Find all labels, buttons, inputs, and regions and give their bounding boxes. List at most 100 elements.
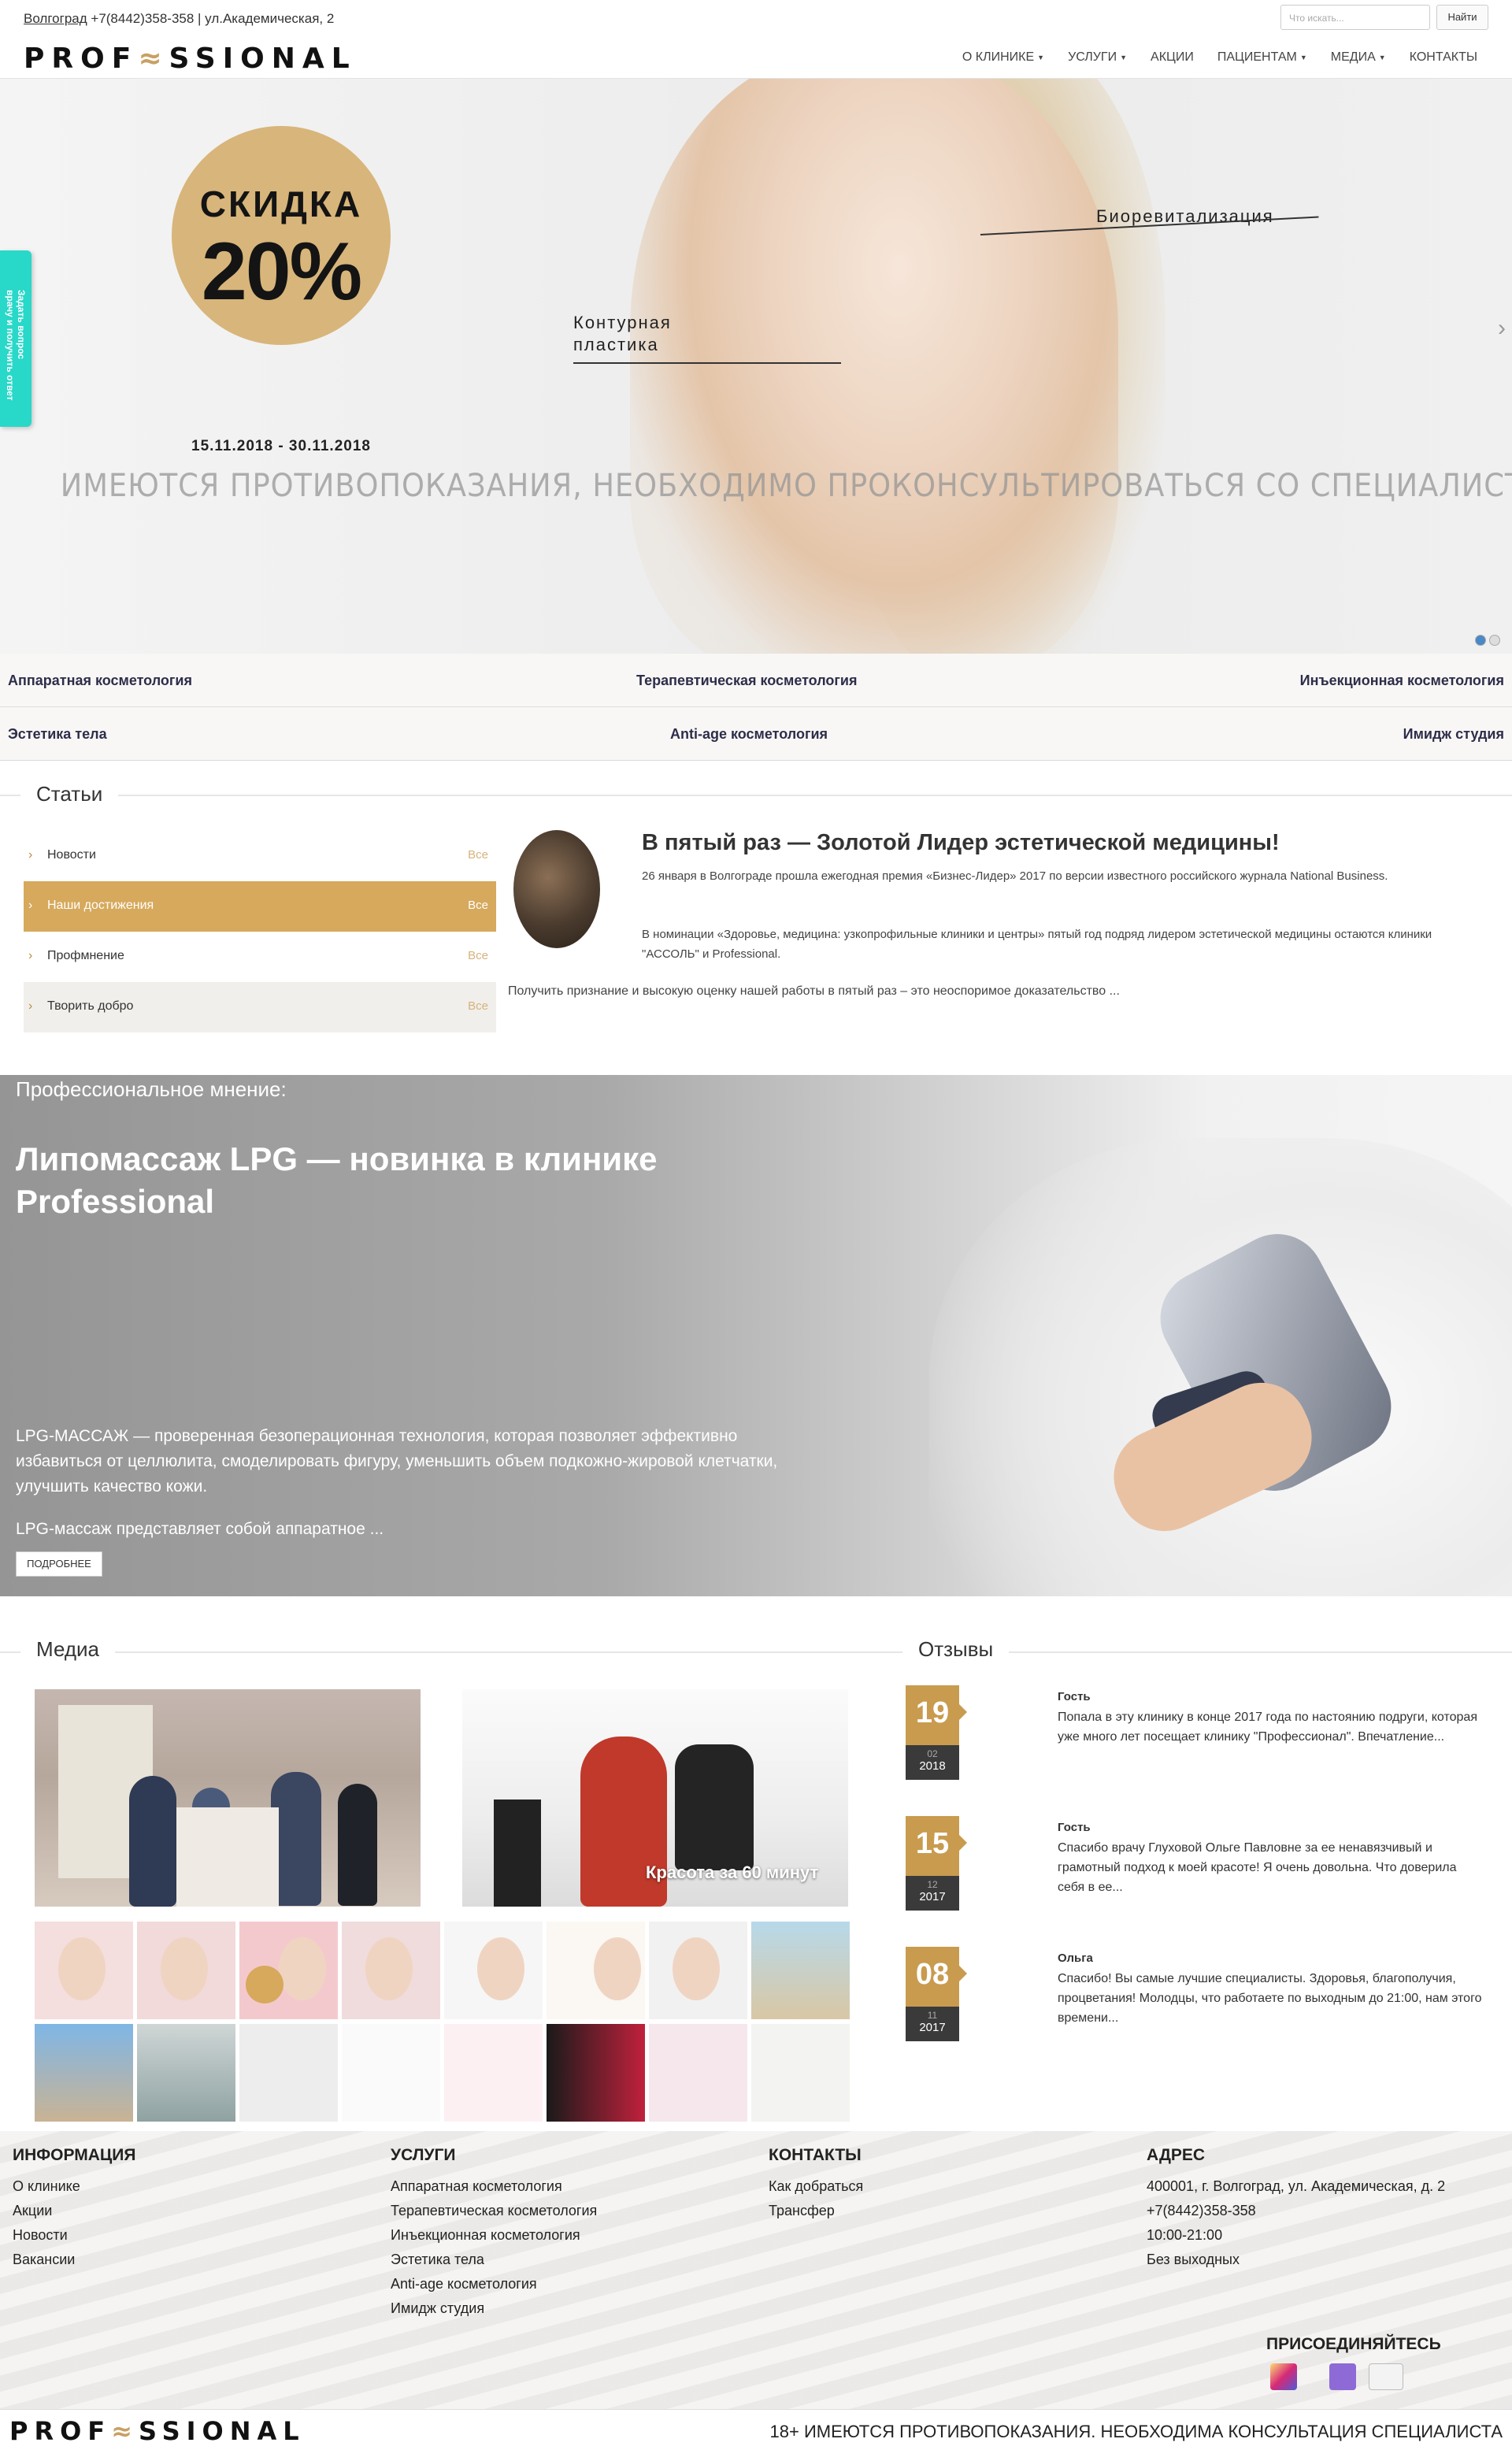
media-thumb[interactable]: [342, 1922, 440, 2019]
footer-link[interactable]: Как добраться: [769, 2178, 863, 2194]
media-thumb[interactable]: [137, 2024, 235, 2122]
article-paragraph: В номинации «Здоровье, медицина: узкопро…: [642, 928, 1432, 961]
footer-link[interactable]: Трансфер: [769, 2203, 835, 2218]
thumb-face: [161, 1937, 208, 2000]
media-thumb[interactable]: [239, 1922, 338, 2019]
media-thumb[interactable]: [751, 1922, 850, 2019]
footer-link[interactable]: Вакансии: [13, 2252, 75, 2267]
nav-services[interactable]: УСЛУГИ ▼: [1068, 50, 1127, 65]
review-author: Ольга: [1058, 1951, 1093, 1965]
slider-dot-active[interactable]: [1475, 635, 1486, 646]
opinion-text: LPG-МАССАЖ — проверенная безоперационная…: [16, 1427, 778, 1496]
header-phone[interactable]: +7(8442)358-358: [91, 11, 194, 26]
chevron-right-icon: ›: [28, 949, 33, 962]
search-input[interactable]: Что искать...: [1280, 5, 1430, 30]
thumb-face: [279, 1937, 326, 2000]
media-thumb[interactable]: [444, 2024, 543, 2122]
footer-logo[interactable]: PROF≈SSIONAL: [9, 2416, 306, 2446]
nav-contacts[interactable]: КОНТАКТЫ: [1410, 50, 1477, 65]
footer-link[interactable]: Инъекционная косметология: [391, 2227, 580, 2243]
video-podium: [176, 1807, 279, 1907]
footer-link[interactable]: Имидж студия: [391, 2300, 484, 2316]
slider-next-icon[interactable]: ›: [1498, 315, 1506, 342]
service-link[interactable]: Терапевтическая косметология: [636, 673, 857, 689]
instagram-icon[interactable]: [1270, 2363, 1297, 2390]
review-text[interactable]: Спасибо! Вы самые лучшие специалисты. Зд…: [1058, 1969, 1483, 2028]
logo-mark: ≈: [111, 2416, 139, 2446]
nav-promos[interactable]: АКЦИИ: [1151, 50, 1194, 65]
media-thumb[interactable]: [649, 1922, 747, 2019]
category-charity[interactable]: › Творить добро Все: [24, 982, 496, 1032]
thumb-badge: [246, 1966, 284, 2003]
site-logo[interactable]: PROF≈SSIONAL: [24, 43, 357, 75]
review-year: 02 2018: [906, 1745, 959, 1780]
footer-link[interactable]: Акции: [13, 2203, 52, 2218]
category-opinion[interactable]: › Профмнение Все: [24, 932, 496, 982]
service-link[interactable]: Имидж студия: [1403, 726, 1504, 743]
article-headline[interactable]: В пятый раз — Золотой Лидер эстетической…: [642, 830, 1280, 856]
footer-disclaimer: 18+ ИМЕЮТСЯ ПРОТИВОПОКАЗАНИЯ. НЕОБХОДИМА…: [769, 2422, 1503, 2441]
more-button[interactable]: ПОДРОБНЕЕ: [16, 1551, 102, 1577]
footer-link[interactable]: Новости: [13, 2227, 68, 2243]
video-person: [338, 1784, 377, 1906]
footer-link[interactable]: Эстетика тела: [391, 2252, 484, 2267]
label-contour: Контурная пластика: [573, 313, 672, 354]
article-excerpt: Получить признание и высокую оценку наше…: [508, 984, 1120, 998]
thumb-face: [673, 1937, 720, 2000]
media-thumb[interactable]: [239, 2024, 338, 2122]
nav-media[interactable]: МЕДИА ▼: [1331, 50, 1386, 65]
footer-link[interactable]: О клинике: [13, 2178, 80, 2194]
service-link[interactable]: Инъекционная косметология: [1300, 673, 1504, 689]
footer-link[interactable]: Anti-age косметология: [391, 2276, 537, 2292]
footer-link[interactable]: Аппаратная косметология: [391, 2178, 562, 2194]
opinion-kicker: Профессиональное мнение:: [16, 1077, 287, 1101]
service-link[interactable]: Аппаратная косметология: [8, 673, 192, 689]
review-date-badge: 08: [906, 1947, 967, 2007]
category-news[interactable]: › Новости Все: [24, 831, 496, 881]
media-thumb[interactable]: [35, 1922, 133, 2019]
media-thumb[interactable]: [342, 2024, 440, 2122]
media-title: Медиа: [20, 1637, 115, 1662]
media-thumb[interactable]: [547, 1922, 645, 2019]
footer-heading: АДРЕС: [1147, 2146, 1206, 2164]
service-link[interactable]: Эстетика тела: [8, 726, 107, 743]
footer-col-address: АДРЕС 400001, г. Волгоград, ул. Академич…: [1147, 2146, 1445, 2272]
service-link[interactable]: Anti-age косметология: [670, 726, 828, 743]
counter-icon[interactable]: [1369, 2363, 1403, 2390]
hero-photo-model: [630, 79, 1118, 654]
footer-heading: КОНТАКТЫ: [769, 2146, 862, 2164]
nav-about[interactable]: О КЛИНИКЕ ▼: [962, 50, 1044, 65]
media-thumb[interactable]: [547, 2024, 645, 2122]
media-thumb[interactable]: [751, 2024, 850, 2122]
city-link[interactable]: Волгоград: [24, 11, 87, 26]
footer-phone[interactable]: +7(8442)358-358: [1147, 2199, 1445, 2223]
thumb-face: [365, 1937, 413, 2000]
review-date-badge: 15: [906, 1816, 967, 1876]
media-thumb[interactable]: [444, 1922, 543, 2019]
site-header: Волгоград +7(8442)358-358 | ул.Академиче…: [0, 0, 1512, 79]
media-video[interactable]: [35, 1689, 421, 1907]
sale-dates: 15.11.2018 - 30.11.2018: [191, 438, 371, 454]
footer-heading: ИНФОРМАЦИЯ: [13, 2146, 136, 2164]
footer-link[interactable]: Терапевтическая косметология: [391, 2203, 597, 2218]
ask-doctor-tab[interactable]: Задать вопрос врачу и получить ответ: [0, 250, 32, 427]
caret-down-icon: ▼: [1378, 53, 1386, 61]
search-button[interactable]: Найти: [1436, 5, 1488, 30]
article-categories: › Новости Все › Наши достижения Все › Профмне…: [24, 831, 496, 1032]
opinion-title[interactable]: Липомассаж LPG — новинка в клинике Profe…: [16, 1138, 803, 1223]
article-photo[interactable]: [513, 830, 600, 948]
nav-patients[interactable]: ПАЦИЕНТАМ ▼: [1217, 50, 1307, 65]
media-thumb[interactable]: [649, 2024, 747, 2122]
section-divider: [0, 1651, 1512, 1653]
category-achievements[interactable]: › Наши достижения Все: [24, 881, 496, 932]
media-video[interactable]: Красота за 60 минут: [462, 1689, 848, 1907]
media-thumb[interactable]: [35, 2024, 133, 2122]
review-text[interactable]: Спасибо врачу Глуховой Ольге Павловне за…: [1058, 1838, 1483, 1897]
media-thumb[interactable]: [137, 1922, 235, 2019]
social-icon[interactable]: [1329, 2363, 1356, 2390]
slider-dot[interactable]: [1489, 635, 1500, 646]
chevron-right-icon: ›: [28, 848, 33, 862]
review-text[interactable]: Попала в эту клинику в конце 2017 года п…: [1058, 1707, 1483, 1747]
section-divider: [0, 795, 1512, 796]
logo-mark: ≈: [138, 43, 169, 75]
